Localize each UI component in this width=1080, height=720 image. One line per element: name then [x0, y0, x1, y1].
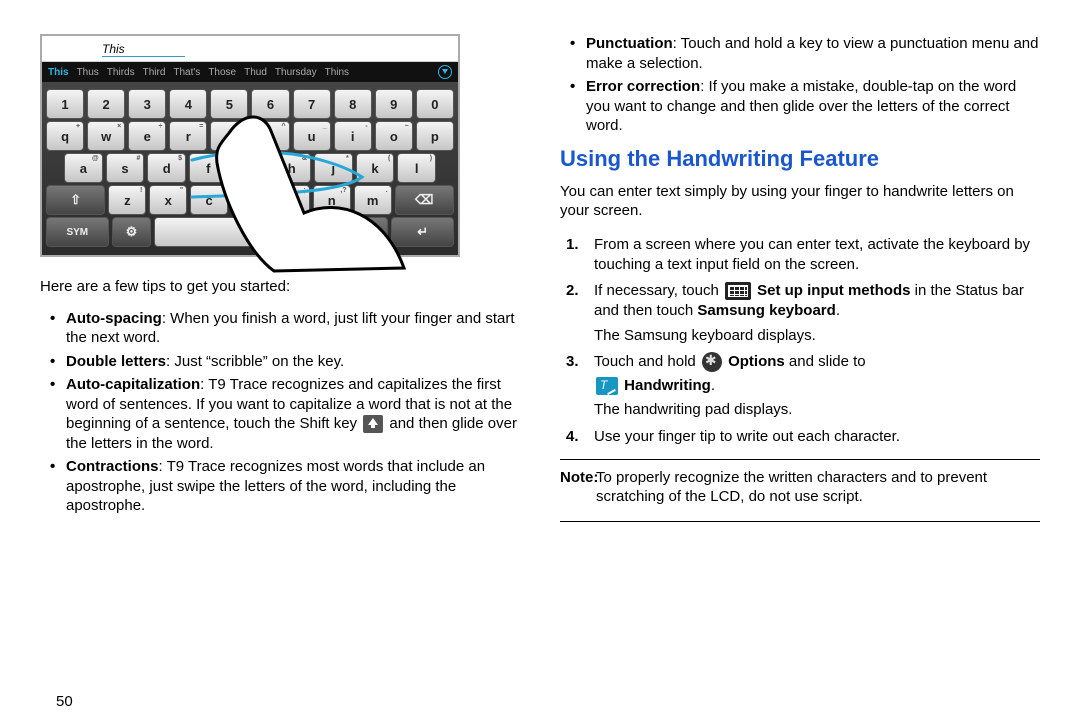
gear-icon: [702, 352, 722, 372]
page-number: 50: [40, 693, 520, 710]
bullet-contractions: Contractions: T9 Trace recognizes most w…: [50, 457, 520, 516]
bullet-auto-spacing: Auto-spacing: When you finish a word, ju…: [50, 309, 520, 348]
shift-icon: [363, 415, 383, 433]
step-1: 1.From a screen where you can enter text…: [566, 235, 1040, 276]
suggestion-bar: This Thus Thirds Third That's Those Thud…: [42, 62, 458, 82]
section-intro: You can enter text simply by using your …: [560, 182, 1040, 221]
bullet-double-letters: Double letters: Just “scribble” on the k…: [50, 352, 520, 372]
keyboard-icon: [725, 282, 751, 300]
section-heading: Using the Handwriting Feature: [560, 146, 1040, 172]
chevron-down-icon: [438, 65, 452, 79]
bullet-punctuation: Punctuation: Touch and hold a key to vie…: [570, 34, 1040, 73]
shift-key: ⇧: [46, 185, 105, 215]
step-3: 3. Touch and hold Options and slide to H…: [566, 352, 1040, 421]
bullet-auto-cap: Auto-capitalization: T9 Trace recognizes…: [50, 375, 520, 453]
handwriting-icon: [596, 377, 618, 395]
keyboard-figure: This This Thus Thirds Third That's Those…: [40, 34, 460, 257]
divider: [560, 459, 1040, 460]
space-key: [154, 217, 345, 247]
figure-typed-text: This: [102, 42, 185, 57]
step-2: 2. If necessary, touch Set up input meth…: [566, 281, 1040, 346]
backspace-key: ⌫: [395, 185, 454, 215]
note-text: Note:To properly recognize the written c…: [560, 468, 1040, 507]
enter-key: ↵: [391, 217, 454, 247]
intro-text: Here are a few tips to get you started:: [40, 277, 520, 297]
sym-key: SYM: [46, 217, 109, 247]
divider: [560, 521, 1040, 522]
bullet-error-correction: Error correction: If you make a mistake,…: [570, 77, 1040, 136]
settings-key: ⚙: [112, 217, 152, 247]
step-4: 4.Use your finger tip to write out each …: [566, 427, 1040, 447]
keyboard-grid: 1234567890 q+ w× e÷ r= t% y^ u_ i- o~ p …: [42, 82, 458, 255]
